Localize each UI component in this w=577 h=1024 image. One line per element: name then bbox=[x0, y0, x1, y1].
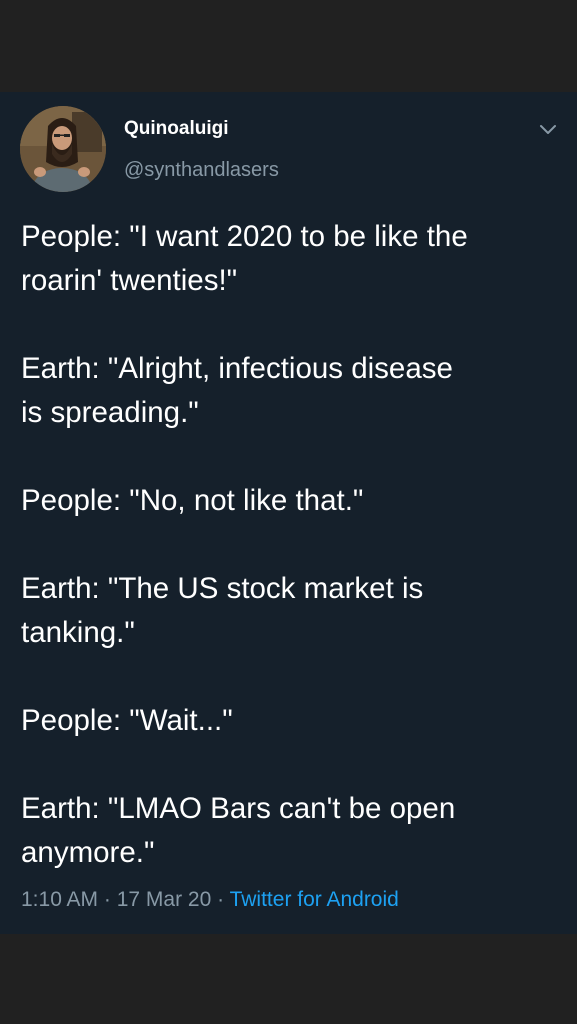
tweet-line: Earth: "Alright, infectious disease bbox=[21, 352, 453, 385]
tweet-time: 1:10 AM bbox=[21, 888, 99, 911]
avatar-image bbox=[20, 106, 106, 192]
tweet-meta: 1:10 AM · 17 Mar 20 · Twitter for Androi… bbox=[21, 888, 399, 912]
tweet-line: People: "No, not like that." bbox=[21, 484, 364, 517]
tweet-line: Earth: "LMAO Bars can't be open bbox=[21, 792, 456, 825]
tweet-text: People: "I want 2020 to be like the roar… bbox=[21, 215, 561, 919]
tweet-line: People: "Wait..." bbox=[21, 704, 233, 737]
chevron-down-icon[interactable] bbox=[536, 120, 560, 140]
meta-separator: · bbox=[211, 888, 230, 911]
tweet-line: tanking." bbox=[21, 616, 135, 649]
tweet-paragraph: Earth: "LMAO Bars can't be open anymore.… bbox=[21, 787, 561, 875]
meta-separator: · bbox=[98, 888, 117, 911]
tweet-paragraph: Earth: "The US stock market is tanking." bbox=[21, 567, 561, 655]
author-name[interactable]: Quinoaluigi bbox=[124, 118, 229, 140]
tweet-line: Earth: "The US stock market is bbox=[21, 572, 424, 605]
tweet-date: 17 Mar 20 bbox=[116, 888, 212, 911]
tweet-paragraph: People: "No, not like that." bbox=[21, 479, 561, 523]
screen: Quinoaluigi @synthandlasers People: "I w… bbox=[0, 0, 577, 1024]
avatar[interactable] bbox=[20, 106, 106, 192]
author-handle[interactable]: @synthandlasers bbox=[124, 159, 279, 182]
tweet-line: roarin' twenties!" bbox=[21, 264, 238, 297]
tweet-line: People: "I want 2020 to be like the bbox=[21, 220, 468, 253]
tweet-line: is spreading." bbox=[21, 396, 199, 429]
tweet-paragraph: Earth: "Alright, infectious disease is s… bbox=[21, 347, 561, 435]
tweet-line: anymore." bbox=[21, 836, 155, 869]
tweet-source-link[interactable]: Twitter for Android bbox=[230, 888, 399, 911]
tweet-paragraph: People: "I want 2020 to be like the roar… bbox=[21, 215, 561, 303]
tweet-paragraph: People: "Wait..." bbox=[21, 699, 561, 743]
tweet-card: Quinoaluigi @synthandlasers People: "I w… bbox=[0, 92, 577, 934]
